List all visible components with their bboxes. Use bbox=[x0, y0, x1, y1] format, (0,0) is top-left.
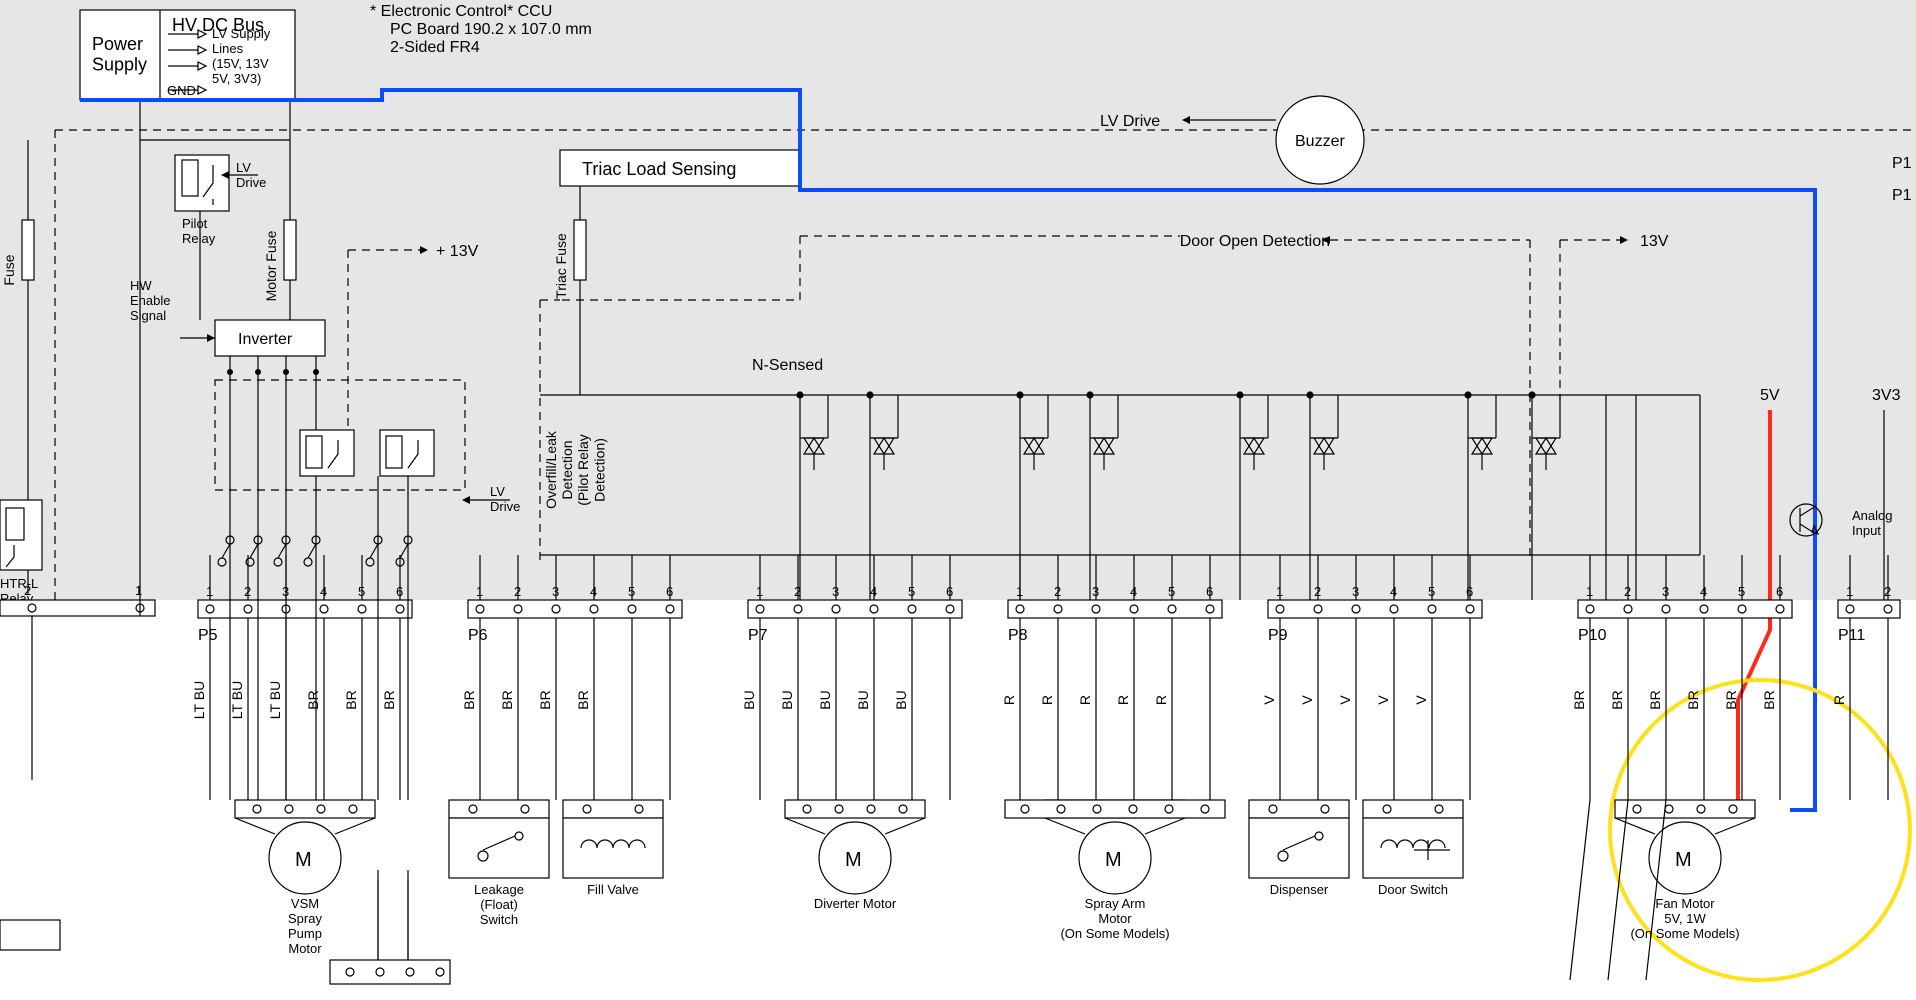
svg-text:BU: BU bbox=[855, 690, 871, 709]
svg-text:3V3: 3V3 bbox=[1872, 387, 1901, 404]
svg-text:Buzzer: Buzzer bbox=[1295, 133, 1345, 150]
svg-text:BR: BR bbox=[305, 690, 321, 709]
svg-text:Motor Fuse: Motor Fuse bbox=[263, 230, 279, 301]
svg-text:BR: BR bbox=[461, 690, 477, 709]
svg-text:+ 13V: + 13V bbox=[436, 243, 479, 260]
svg-text:Dispenser: Dispenser bbox=[1270, 882, 1329, 897]
svg-text:VSMSprayPumpMotor: VSMSprayPumpMotor bbox=[288, 896, 322, 956]
svg-text:P7: P7 bbox=[748, 627, 768, 644]
svg-text:Overfill/LeakDetection(Pilot R: Overfill/LeakDetection(Pilot RelayDetect… bbox=[543, 430, 607, 509]
svg-text:* Electronic Control* CCU: * Electronic Control* CCU bbox=[370, 3, 552, 20]
svg-text:BR: BR bbox=[1723, 690, 1739, 709]
svg-text:V: V bbox=[1375, 695, 1391, 705]
svg-text:R: R bbox=[1115, 695, 1131, 705]
wiring-diagram: PowerSupply HV DC Bus LV SupplyLines(15V… bbox=[0, 0, 1916, 1000]
svg-text:R: R bbox=[1001, 695, 1017, 705]
htr-l-relay: HTR-LRelay bbox=[0, 500, 42, 606]
svg-text:R: R bbox=[1831, 695, 1847, 705]
svg-text:5V: 5V bbox=[1760, 387, 1780, 404]
svg-text:Diverter Motor: Diverter Motor bbox=[814, 896, 897, 911]
svg-text:R: R bbox=[1153, 695, 1169, 705]
svg-text:P1: P1 bbox=[1892, 187, 1912, 204]
svg-text:P5: P5 bbox=[198, 627, 218, 644]
svg-text:Fuse: Fuse bbox=[1, 254, 17, 285]
svg-text:LV Drive: LV Drive bbox=[1100, 113, 1160, 130]
svg-text:BU: BU bbox=[817, 690, 833, 709]
svg-text:P11: P11 bbox=[1838, 627, 1865, 644]
svg-text:LT BU: LT BU bbox=[229, 681, 245, 719]
svg-text:PC Board 190.2 x 107.0 mm: PC Board 190.2 x 107.0 mm bbox=[390, 21, 592, 38]
svg-text:Triac Load Sensing: Triac Load Sensing bbox=[582, 159, 736, 179]
svg-text:LT BU: LT BU bbox=[191, 681, 207, 719]
svg-text:V: V bbox=[1413, 695, 1429, 705]
svg-text:BR: BR bbox=[499, 690, 515, 709]
svg-text:BU: BU bbox=[779, 690, 795, 709]
svg-text:P6: P6 bbox=[468, 627, 488, 644]
svg-text:Leakage(Float)Switch: Leakage(Float)Switch bbox=[474, 882, 524, 927]
svg-text:LT BU: LT BU bbox=[267, 681, 283, 719]
svg-text:13V: 13V bbox=[1640, 233, 1669, 250]
svg-text:M: M bbox=[1675, 849, 1692, 871]
svg-text:V: V bbox=[1337, 695, 1353, 705]
svg-text:N-Sensed: N-Sensed bbox=[752, 357, 823, 374]
svg-text:BR: BR bbox=[1761, 690, 1777, 709]
svg-text:Door Switch: Door Switch bbox=[1378, 882, 1448, 897]
svg-text:2-Sided FR4: 2-Sided FR4 bbox=[390, 39, 480, 56]
svg-text:M: M bbox=[845, 849, 862, 871]
svg-text:P1: P1 bbox=[1892, 155, 1912, 172]
svg-text:2: 2 bbox=[24, 583, 31, 598]
svg-text:V: V bbox=[1261, 695, 1277, 705]
svg-text:V: V bbox=[1299, 695, 1315, 705]
svg-text:Triac Fuse: Triac Fuse bbox=[553, 233, 569, 299]
svg-text:M: M bbox=[295, 849, 312, 871]
svg-text:BU: BU bbox=[893, 690, 909, 709]
gnd-label: GND bbox=[167, 83, 196, 98]
svg-text:BR: BR bbox=[1571, 690, 1587, 709]
power-supply-label: PowerSupply bbox=[92, 34, 147, 75]
svg-text:P9: P9 bbox=[1268, 627, 1288, 644]
power-supply-block: PowerSupply HV DC Bus LV SupplyLines(15V… bbox=[80, 10, 295, 100]
svg-text:BR: BR bbox=[381, 690, 397, 709]
svg-text:Door Open Detection: Door Open Detection bbox=[1180, 233, 1330, 250]
svg-text:BR: BR bbox=[1609, 690, 1625, 709]
svg-text:P10: P10 bbox=[1578, 627, 1607, 644]
svg-text:BU: BU bbox=[741, 690, 757, 709]
svg-text:BR: BR bbox=[537, 690, 553, 709]
svg-text:Fill Valve: Fill Valve bbox=[587, 882, 639, 897]
svg-text:BR: BR bbox=[343, 690, 359, 709]
svg-text:BR: BR bbox=[575, 690, 591, 709]
svg-text:P8: P8 bbox=[1008, 627, 1028, 644]
svg-text:Inverter: Inverter bbox=[238, 331, 293, 348]
svg-text:M: M bbox=[1105, 849, 1122, 871]
svg-text:1: 1 bbox=[135, 583, 142, 598]
svg-text:R: R bbox=[1077, 695, 1093, 705]
svg-text:R: R bbox=[1039, 695, 1055, 705]
svg-text:BR: BR bbox=[1647, 690, 1663, 709]
svg-text:BR: BR bbox=[1685, 690, 1701, 709]
